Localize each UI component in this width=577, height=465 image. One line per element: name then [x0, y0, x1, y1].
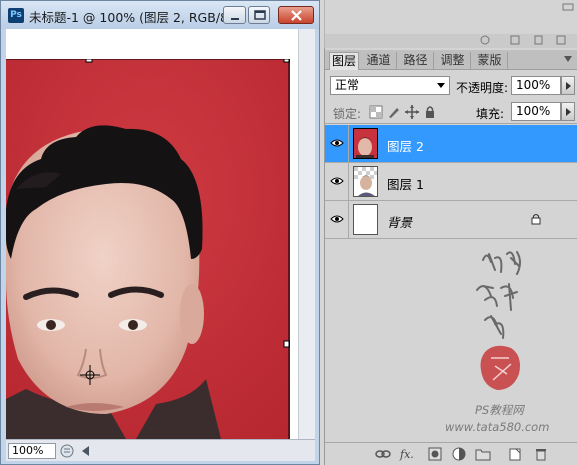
visibility-toggle[interactable] — [325, 201, 349, 238]
eye-icon — [330, 215, 344, 223]
layer-list: 图层 2 图层 1 背景 — [325, 125, 577, 240]
panel-tab-bar: 图层 通道 路径 调整 蒙版 — [325, 50, 577, 70]
calligraphy-watermark-icon — [476, 251, 521, 390]
link-icon[interactable] — [375, 447, 391, 461]
layer-thumbnail — [353, 128, 378, 159]
lock-label: 锁定: — [333, 107, 362, 121]
vertical-scrollbar[interactable] — [298, 29, 315, 439]
document-titlebar[interactable]: Ps 未标题-1 @ 100% (图层 2, RGB/8... — [1, 1, 319, 29]
adjustment-icon[interactable] — [451, 447, 467, 461]
lock-transparency-icon[interactable] — [369, 105, 383, 119]
chevron-down-icon — [437, 83, 445, 88]
tab-channels[interactable]: 通道 — [361, 52, 397, 70]
layer-thumbnail — [353, 204, 378, 235]
scroll-left-arrow-icon[interactable] — [82, 446, 90, 456]
upper-panel-icons — [325, 3, 577, 48]
tab-masks[interactable]: 蒙版 — [472, 52, 508, 70]
status-bar: 100% — [6, 439, 315, 461]
mask-icon[interactable] — [427, 447, 443, 461]
maximize-button[interactable] — [248, 6, 270, 24]
status-info-icon[interactable] — [60, 444, 74, 458]
upper-panel-strip — [324, 0, 577, 48]
layers-panel-bottom-bar: fx. — [325, 442, 577, 465]
folder-icon[interactable] — [475, 447, 491, 461]
close-icon — [291, 10, 302, 21]
document-title: 未标题-1 @ 100% (图层 2, RGB/8... — [29, 10, 240, 25]
layers-panel: 图层 通道 路径 调整 蒙版 正常 不透明度: 100% 锁定: 填充: 100… — [324, 48, 577, 465]
close-button[interactable] — [278, 6, 314, 24]
fill-label: 填充: — [476, 107, 505, 121]
watermark-url: www.tata580.com — [445, 420, 550, 434]
new-layer-icon[interactable] — [507, 447, 523, 461]
layer-name[interactable]: 图层 1 — [387, 174, 424, 193]
minimize-icon — [231, 18, 239, 20]
photoshop-logo-icon: Ps — [8, 8, 24, 23]
fill-input[interactable]: 100% — [511, 102, 561, 121]
portrait-red-thumbnail-icon — [354, 129, 377, 158]
layer-name[interactable]: 背景 — [387, 212, 412, 231]
opacity-input[interactable]: 100% — [511, 76, 561, 95]
layer-row-layer-2[interactable]: 图层 2 — [325, 125, 577, 163]
tab-layers[interactable]: 图层 — [329, 52, 359, 70]
document-canvas[interactable] — [6, 29, 298, 439]
svg-text:fx.: fx. — [399, 448, 414, 461]
watermark-caption: PS教程网 — [475, 403, 524, 417]
minimize-button[interactable] — [223, 6, 246, 24]
layer-row-layer-1[interactable]: 图层 1 — [325, 163, 577, 201]
blend-mode-value: 正常 — [335, 78, 360, 92]
lock-position-move-icon[interactable] — [405, 105, 419, 119]
blend-mode-select[interactable]: 正常 — [330, 76, 450, 95]
zoom-level-field[interactable]: 100% — [8, 443, 56, 459]
panel-menu-icon[interactable] — [563, 55, 573, 65]
maximize-icon — [254, 10, 266, 20]
opacity-label: 不透明度: — [456, 81, 509, 95]
trash-icon[interactable] — [533, 447, 549, 461]
visibility-toggle[interactable] — [325, 163, 349, 200]
document-window: Ps 未标题-1 @ 100% (图层 2, RGB/8... 100% — [0, 0, 320, 465]
fx-icon[interactable]: fx. — [399, 447, 415, 461]
tab-adjustments[interactable]: 调整 — [435, 52, 471, 70]
eye-icon — [330, 139, 344, 147]
layer-row-background[interactable]: 背景 — [325, 201, 577, 239]
watermark: PS教程网 www.tata580.com — [325, 240, 577, 445]
eye-icon — [330, 177, 344, 185]
blend-row: 正常 不透明度: 100% — [325, 74, 577, 98]
layer-name[interactable]: 图层 2 — [387, 136, 424, 155]
layer-thumbnail — [353, 166, 378, 197]
portrait-photo[interactable] — [6, 59, 290, 439]
lock-icon — [531, 214, 541, 225]
fill-slider-button[interactable] — [561, 102, 575, 121]
visibility-toggle[interactable] — [325, 125, 349, 162]
tab-paths[interactable]: 路径 — [398, 52, 434, 70]
lock-all-icon[interactable] — [423, 105, 437, 119]
lock-pixels-brush-icon[interactable] — [387, 105, 401, 119]
portrait-transparent-thumbnail-icon — [354, 167, 377, 196]
lock-row: 锁定: 填充: 100% — [325, 100, 577, 124]
opacity-slider-button[interactable] — [561, 76, 575, 95]
